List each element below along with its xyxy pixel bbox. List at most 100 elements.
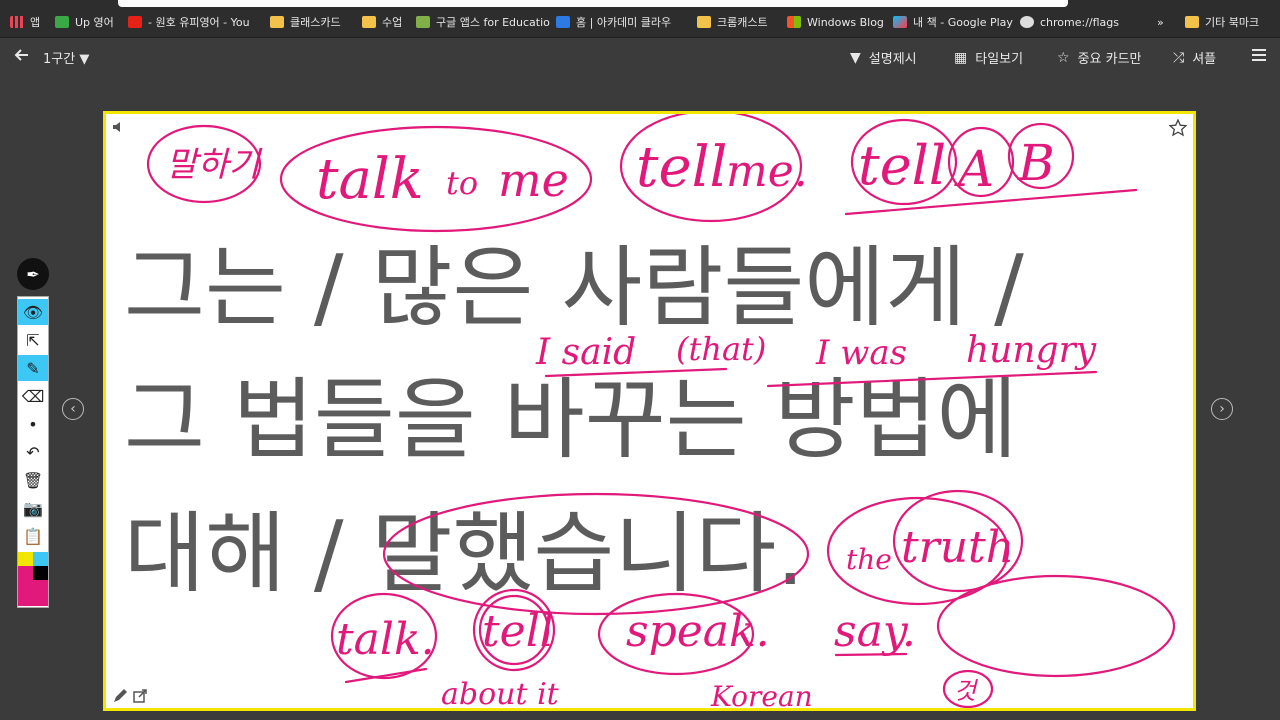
circle-the-truth-outer xyxy=(826,496,1010,606)
clipboard-button[interactable]: 📋 xyxy=(18,523,48,549)
fountain-pen-icon: ✒ xyxy=(26,264,40,284)
bookmark-chromecast[interactable]: 크롬캐스트 xyxy=(697,14,768,30)
grid-icon: ▦ xyxy=(954,49,968,66)
black-swatch[interactable] xyxy=(33,566,48,580)
edit-open-icons[interactable] xyxy=(112,688,148,704)
section-dropdown[interactable]: 1구간 ▼ xyxy=(43,48,89,67)
hw-me-1: me xyxy=(498,153,569,207)
hw-talk-bottom: talk. xyxy=(336,614,435,665)
undo-button[interactable]: ↶ xyxy=(18,439,48,465)
screenshot-button[interactable]: 📷 xyxy=(18,495,48,521)
bookmark-apps[interactable]: 앱 xyxy=(10,14,40,30)
green-square-icon xyxy=(55,16,69,28)
radiation-icon xyxy=(1020,16,1034,28)
circle-malhae xyxy=(146,124,262,204)
next-card-button[interactable]: › xyxy=(1211,398,1233,420)
back-button[interactable] xyxy=(14,47,30,63)
hw-korean: Korean xyxy=(710,680,813,708)
hw-say: say. xyxy=(834,606,916,657)
circle-geot xyxy=(942,669,994,708)
explain-button[interactable]: ▼ 설명제시 xyxy=(850,48,917,68)
circle-tell xyxy=(850,118,958,206)
bookmark-google-play[interactable]: 내 책 - Google Play xyxy=(893,14,1013,30)
dot-icon: • xyxy=(28,414,38,434)
color-picker[interactable] xyxy=(18,552,48,606)
bookmark-academy-cloud[interactable]: 홈 | 아카데미 클라우 xyxy=(556,14,671,30)
card-text-line-3: 대해 / 말했습니다. xyxy=(124,502,805,605)
hw-to: to xyxy=(446,164,478,202)
bookmark-chrome-flags[interactable]: chrome://flags xyxy=(1020,14,1119,30)
folder-icon xyxy=(270,16,284,28)
chevron-right-icon: › xyxy=(1219,401,1225,417)
clipboard-icon: 📋 xyxy=(23,526,43,546)
delete-button[interactable]: 🗑 xyxy=(18,467,48,493)
yellow-swatch[interactable] xyxy=(18,552,33,566)
tile-view-button[interactable]: ▦ 타일보기 xyxy=(954,48,1023,68)
youtube-icon xyxy=(128,16,142,28)
ac-icon xyxy=(556,16,570,28)
hw-the: the xyxy=(846,543,892,576)
eraser-tool-button[interactable]: ⌫ xyxy=(18,383,48,409)
bookmark-classcard[interactable]: 클래스카드 xyxy=(270,14,341,30)
underline-talk xyxy=(344,667,428,684)
card-text-line-2: 그 법들을 바꾸는 방법에 xyxy=(124,368,1018,471)
bookmark-other[interactable]: 기타 북마크 xyxy=(1185,14,1259,30)
hw-about-it: about it xyxy=(441,677,560,708)
select-tool-button[interactable]: ⇱ xyxy=(18,327,48,353)
circle-talk xyxy=(330,592,438,680)
favorite-star-icon[interactable] xyxy=(1169,119,1187,137)
hw-b: B xyxy=(1017,134,1055,192)
folder-icon xyxy=(362,16,376,28)
prev-card-button[interactable]: ‹ xyxy=(62,398,84,420)
drawing-toolbar: ✒ 👁 ⇱ ✎ ⌫ • ↶ 🗑 📷 📋 xyxy=(17,258,49,608)
folder-icon xyxy=(697,16,711,28)
trash-icon: 🗑 xyxy=(22,470,44,490)
image-icon xyxy=(416,16,430,28)
pen-mode-button[interactable]: ✒ xyxy=(17,258,49,290)
circle-empty xyxy=(936,574,1176,678)
bookmark-google-apps[interactable]: 구글 앱스 for Educatio xyxy=(416,14,550,30)
star-icon: ☆ xyxy=(1057,49,1070,66)
windows-icon xyxy=(787,16,801,28)
undo-icon: ↶ xyxy=(26,442,40,462)
pen-size-button[interactable]: • xyxy=(18,411,48,437)
card-text-line-1: 그는 / 많은 사람들에게 / xyxy=(124,236,1024,339)
hw-truth: truth xyxy=(901,522,1014,573)
hamburger-icon xyxy=(1252,49,1266,61)
bookmark-youtube[interactable]: - 원호 유피영어 - You xyxy=(128,14,250,30)
cyan-swatch[interactable] xyxy=(33,552,48,566)
hw-i-was: I was xyxy=(815,333,907,373)
bookmark-up-english[interactable]: Up 영어 xyxy=(55,14,114,30)
circle-tell-bold-2 xyxy=(478,594,550,666)
hw-tell-bottom: tell xyxy=(482,606,554,657)
flash-card[interactable]: 그는 / 많은 사람들에게 / 그 법들을 바꾸는 방법에 대해 / 말했습니다… xyxy=(103,111,1196,711)
hw-talk: talk xyxy=(316,147,424,212)
hw-geot: 것 xyxy=(954,677,979,705)
bookmark-windows-blog[interactable]: Windows Blog xyxy=(787,14,884,30)
speaker-icon[interactable] xyxy=(112,120,126,134)
camera-icon: 📷 xyxy=(23,498,43,518)
important-cards-button[interactable]: ☆ 중요 카드만 xyxy=(1057,48,1142,68)
circle-a xyxy=(947,126,1015,198)
hw-me-2: me. xyxy=(726,146,808,197)
circle-speak xyxy=(597,592,755,676)
filter-icon: ▼ xyxy=(850,49,861,66)
tab-strip xyxy=(118,0,1068,7)
shuffle-button[interactable]: ⤮ 셔플 xyxy=(1173,48,1216,68)
eraser-icon: ⌫ xyxy=(21,386,45,406)
eye-icon: 👁 xyxy=(22,302,44,322)
play-icon xyxy=(893,16,907,28)
menu-button[interactable] xyxy=(1251,47,1267,63)
highlighter-icon: ✎ xyxy=(26,358,40,378)
back-arrow-icon xyxy=(14,49,28,61)
hw-tell: tell xyxy=(636,135,727,200)
shuffle-icon: ⤮ xyxy=(1173,49,1185,66)
bookmarks-overflow-button[interactable]: » xyxy=(1157,14,1164,30)
underline-tell-a-b xyxy=(844,188,1138,216)
hw-a: A xyxy=(954,140,994,198)
bookmark-class[interactable]: 수업 xyxy=(362,14,402,30)
circle-talk-to-me xyxy=(279,125,593,233)
eye-tool-button[interactable]: 👁 xyxy=(18,299,48,325)
highlighter-tool-button[interactable]: ✎ xyxy=(18,355,48,381)
bookmarks-bar: 앱 Up 영어 - 원호 유피영어 - You 클래스카드 수업 구글 앱스 f… xyxy=(0,0,1280,38)
